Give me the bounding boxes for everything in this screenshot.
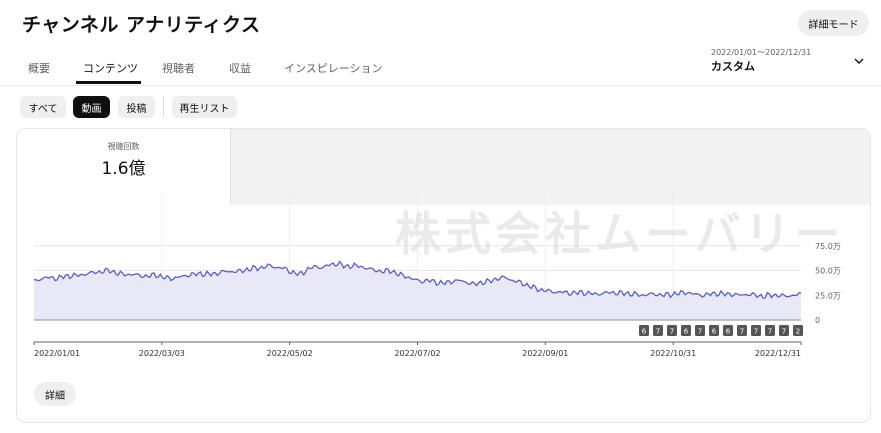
x-tick-label: 2022/12/31 — [755, 349, 801, 358]
upload-badge-count: 7 — [698, 328, 702, 336]
y-tick-label: 25.0万 — [815, 291, 841, 300]
details-button[interactable]: 詳細 — [34, 382, 76, 406]
watermark-text: 株式会社ムーバリー — [395, 207, 845, 261]
upload-badge-count: 7 — [782, 328, 786, 336]
upload-badge-count: 7 — [670, 328, 674, 336]
tab-content[interactable]: コンテンツ — [83, 60, 138, 76]
filter-playlists-chip[interactable]: 再生リスト — [172, 96, 237, 118]
tab-inspiration[interactable]: インスピレーション — [284, 60, 383, 76]
upload-badge-count: 6 — [726, 328, 731, 336]
x-tick-label: 2022/10/31 — [650, 349, 696, 358]
chart-card: 視聴回数 1.6億 75.0万 50.0万 25.0万 0 6 7 7 6 7 6 6 7 7 7 7 2 20… — [16, 128, 871, 423]
x-tick-label: 2022/09/01 — [522, 349, 568, 358]
active-tab-indicator — [76, 81, 141, 84]
filter-posts-chip[interactable]: 投稿 — [118, 96, 155, 118]
filter-divider — [163, 96, 164, 118]
tab-audience[interactable]: 視聴者 — [162, 60, 195, 76]
date-preset-label[interactable]: カスタム — [711, 58, 755, 74]
date-range-text[interactable]: 2022/01/01〜2022/12/31 — [711, 47, 811, 58]
tab-revenue[interactable]: 収益 — [229, 60, 251, 76]
x-tick-label: 2022/01/01 — [34, 349, 80, 358]
upload-badge-count: 7 — [768, 328, 772, 336]
upload-badge-count: 6 — [642, 328, 647, 336]
upload-badge-count: 7 — [740, 328, 744, 336]
advanced-mode-button[interactable]: 詳細モード — [798, 10, 869, 36]
x-tick-label: 2022/03/03 — [139, 349, 185, 358]
y-tick-label: 50.0万 — [815, 267, 841, 276]
filter-video-chip[interactable]: 動画 — [73, 96, 110, 118]
upload-badge-count: 2 — [796, 328, 800, 336]
x-tick-label: 2022/07/02 — [394, 349, 440, 358]
upload-badge-count: 7 — [656, 328, 660, 336]
upload-badge-count: 6 — [684, 328, 689, 336]
page-title: チャンネル アナリティクス — [22, 14, 261, 36]
x-tick-label: 2022/05/02 — [267, 349, 313, 358]
y-tick-label: 0 — [815, 316, 820, 325]
upload-badge-count: 7 — [754, 328, 758, 336]
tab-overview[interactable]: 概要 — [28, 60, 50, 76]
filter-all-chip[interactable]: すべて — [20, 96, 66, 118]
upload-badge-count: 6 — [712, 328, 717, 336]
chevron-down-icon[interactable] — [853, 55, 865, 70]
